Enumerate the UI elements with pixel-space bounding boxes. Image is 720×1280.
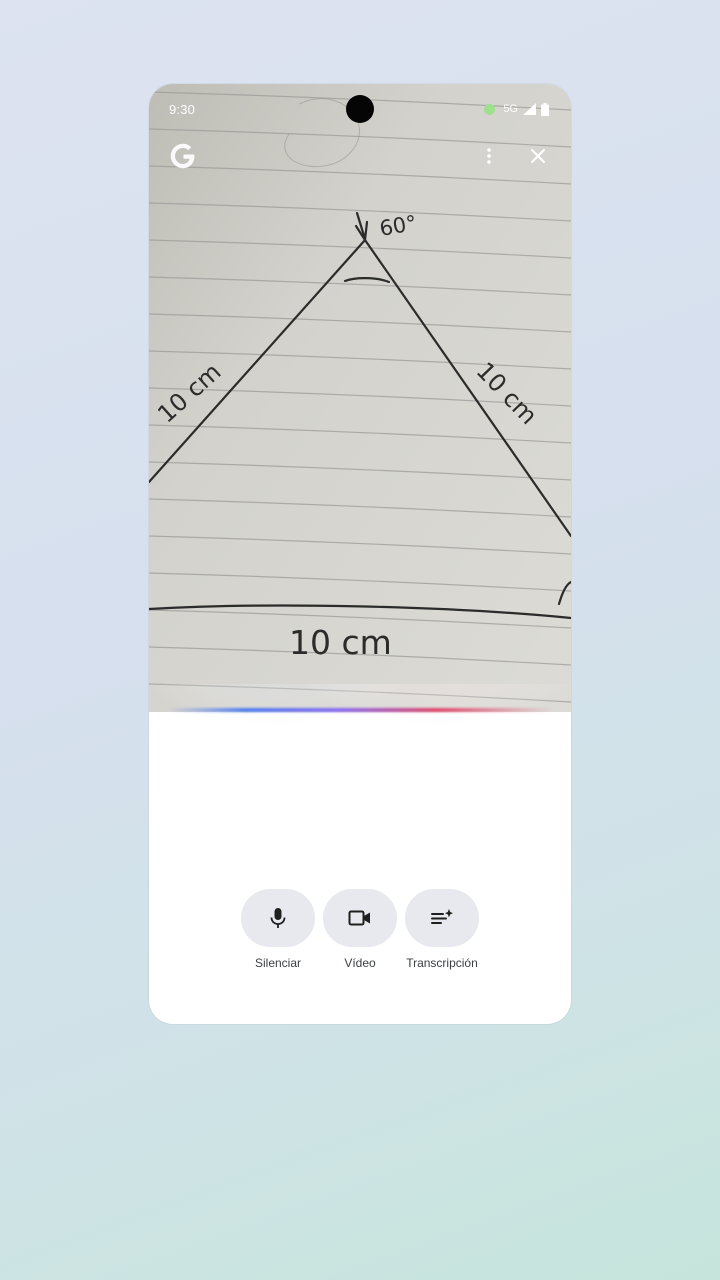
- top-actions-bar: [149, 140, 571, 174]
- mute-button[interactable]: [241, 889, 315, 947]
- status-time: 9:30: [169, 102, 196, 117]
- network-type: 5G: [503, 103, 518, 115]
- video-control: Vídeo: [315, 889, 405, 970]
- battery-icon: [541, 102, 549, 116]
- notebook-paper-image: 60° 10 cm 10 cm 10 cm: [149, 84, 571, 712]
- mute-label: Silenciar: [254, 956, 302, 970]
- transcript-sparkle-icon: [431, 909, 453, 924]
- more-options-button[interactable]: [475, 142, 503, 170]
- status-indicators: 5G: [484, 100, 549, 118]
- transcript-control: Transcripción: [397, 889, 487, 970]
- gemini-live-screen: 60° 10 cm 10 cm 10 cm 9:30 5G Silenciar …: [149, 84, 571, 1024]
- more-vertical-icon: [487, 148, 491, 164]
- signal-icon: [523, 103, 536, 115]
- video-camera-icon: [348, 910, 370, 926]
- microphone-icon: [270, 908, 286, 928]
- base-label: 10 cm: [289, 623, 392, 662]
- mic-in-use-indicator: [484, 103, 496, 115]
- google-g-icon: [170, 143, 195, 169]
- listening-glow: [149, 684, 571, 842]
- transcript-label: Transcripción: [406, 956, 478, 970]
- video-button[interactable]: [323, 889, 397, 947]
- listening-glow-line: [169, 708, 551, 712]
- video-label: Vídeo: [344, 956, 376, 970]
- call-controls: Silenciar Vídeo Transcripción: [149, 889, 571, 979]
- close-icon: [531, 149, 545, 163]
- mute-control: Silenciar: [233, 889, 323, 970]
- camera-feed: 60° 10 cm 10 cm 10 cm 9:30 5G: [149, 84, 571, 712]
- close-button[interactable]: [524, 142, 552, 170]
- front-camera-cutout: [346, 95, 374, 123]
- transcript-button[interactable]: [405, 889, 479, 947]
